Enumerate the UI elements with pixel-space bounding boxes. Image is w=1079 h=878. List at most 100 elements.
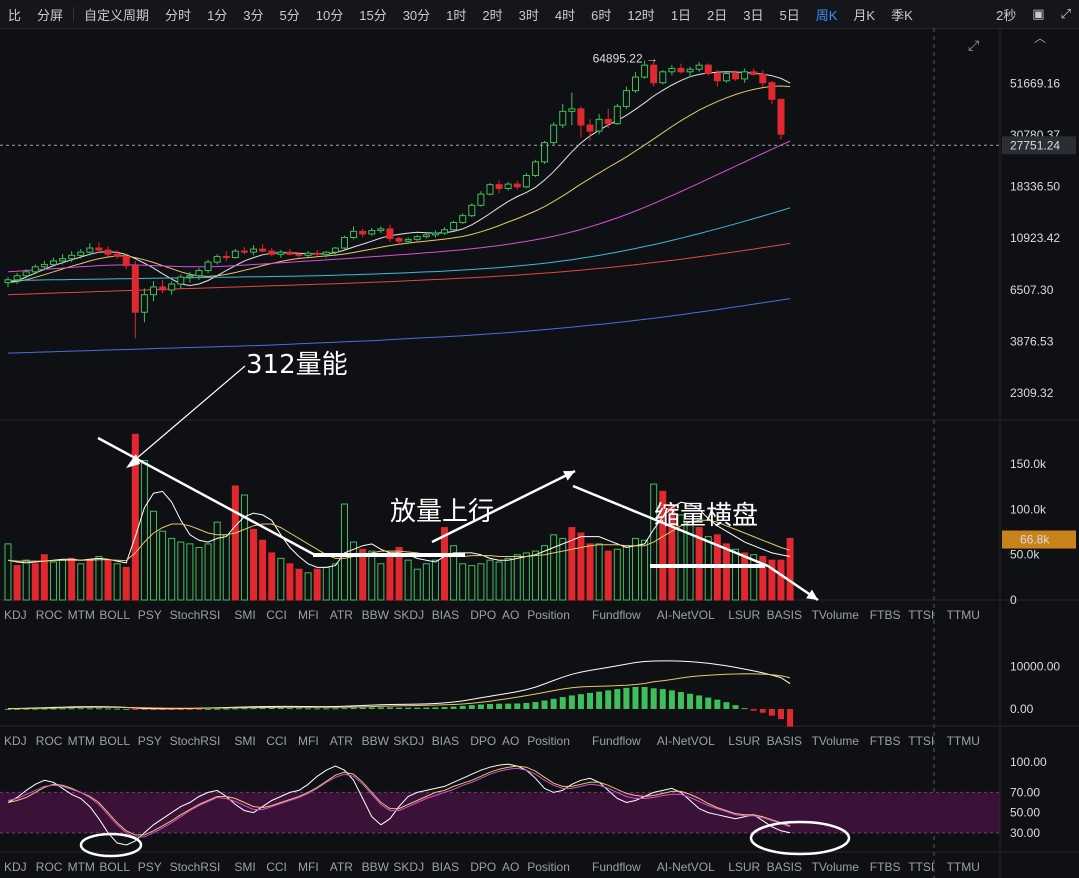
indicator-tab-1[interactable]: ROC <box>36 734 63 748</box>
indicator-tab-23[interactable]: TTMU <box>947 860 980 874</box>
indicator-tab-18[interactable]: LSUR <box>728 608 760 622</box>
indicator-tab-10[interactable]: BBW <box>362 608 390 622</box>
expand-icon[interactable]: ⤢ <box>968 37 979 53</box>
indicator-tab-9[interactable]: ATR <box>330 734 353 748</box>
indicator-tab-20[interactable]: TVolume <box>812 608 860 622</box>
toolbar-item-21[interactable]: 月K <box>845 5 883 24</box>
indicator-tab-17[interactable]: AI-NetVOL <box>657 608 715 622</box>
indicator-tab-13[interactable]: DPO <box>470 734 496 748</box>
toolbar-item-0[interactable]: 比 <box>0 5 29 24</box>
toolbar-item-9[interactable]: 30分 <box>395 5 438 24</box>
toolbar-item-6[interactable]: 5分 <box>272 5 308 24</box>
toolbar-item-2[interactable]: 自定义周期 <box>76 5 157 24</box>
toolbar-item-20[interactable]: 周K <box>808 5 846 24</box>
toolbar-item-7[interactable]: 10分 <box>308 5 351 24</box>
indicator-tab-11[interactable]: SKDJ <box>393 860 424 874</box>
toolbar-item-22[interactable]: 季K <box>883 5 921 24</box>
indicator-tab-7[interactable]: CCI <box>266 860 287 874</box>
indicator-tab-15[interactable]: Position <box>527 608 570 622</box>
indicator-tab-3[interactable]: BOLL <box>99 734 130 748</box>
indicator-tab-4[interactable]: PSY <box>138 860 162 874</box>
toolbar-item-8[interactable]: 15分 <box>351 5 394 24</box>
indicator-tab-19[interactable]: BASIS <box>767 734 802 748</box>
indicator-tab-7[interactable]: CCI <box>266 608 287 622</box>
indicator-tab-22[interactable]: TTSI <box>908 860 934 874</box>
indicator-tab-17[interactable]: AI-NetVOL <box>657 734 715 748</box>
indicator-tab-16[interactable]: Fundflow <box>592 734 641 748</box>
toolbar-item-10[interactable]: 1时 <box>438 5 474 24</box>
toolbar-item-19[interactable]: 5日 <box>772 5 808 24</box>
indicator-tab-3[interactable]: BOLL <box>99 608 130 622</box>
indicator-tab-6[interactable]: SMI <box>234 860 255 874</box>
toolbar-item-14[interactable]: 6时 <box>583 5 619 24</box>
indicator-tab-15[interactable]: Position <box>527 860 570 874</box>
indicator-tab-13[interactable]: DPO <box>470 608 496 622</box>
indicator-tab-4[interactable]: PSY <box>138 734 162 748</box>
indicator-tab-8[interactable]: MFI <box>298 608 319 622</box>
indicator-tab-20[interactable]: TVolume <box>812 734 860 748</box>
indicator-tab-0[interactable]: KDJ <box>4 608 27 622</box>
indicator-tab-4[interactable]: PSY <box>138 608 162 622</box>
indicator-tab-2[interactable]: MTM <box>68 734 95 748</box>
indicator-tab-21[interactable]: FTBS <box>870 734 901 748</box>
refresh-interval[interactable]: 2秒 <box>988 5 1024 24</box>
indicator-tab-10[interactable]: BBW <box>362 860 390 874</box>
indicator-tab-9[interactable]: ATR <box>330 608 353 622</box>
toolbar-item-17[interactable]: 2日 <box>699 5 735 24</box>
toolbar-item-15[interactable]: 12时 <box>619 5 662 24</box>
indicator-tab-14[interactable]: AO <box>502 860 519 874</box>
indicator-tab-7[interactable]: CCI <box>266 734 287 748</box>
indicator-tab-18[interactable]: LSUR <box>728 734 760 748</box>
indicator-tab-5[interactable]: StochRSI <box>170 608 221 622</box>
indicator-tab-19[interactable]: BASIS <box>767 608 802 622</box>
indicator-tab-12[interactable]: BIAS <box>432 734 459 748</box>
indicator-tab-6[interactable]: SMI <box>234 734 255 748</box>
toolbar-item-12[interactable]: 3时 <box>511 5 547 24</box>
indicator-tab-11[interactable]: SKDJ <box>393 734 424 748</box>
indicator-tab-2[interactable]: MTM <box>68 608 95 622</box>
indicator-tab-1[interactable]: ROC <box>36 608 63 622</box>
indicator-tab-5[interactable]: StochRSI <box>170 860 221 874</box>
indicator-tab-15[interactable]: Position <box>527 734 570 748</box>
indicator-tab-1[interactable]: ROC <box>36 860 63 874</box>
indicator-tab-23[interactable]: TTMU <box>947 608 980 622</box>
indicator-tab-2[interactable]: MTM <box>68 860 95 874</box>
indicator-tab-22[interactable]: TTSI <box>908 608 934 622</box>
indicator-tab-12[interactable]: BIAS <box>432 608 459 622</box>
toolbar-item-5[interactable]: 3分 <box>235 5 271 24</box>
camera-icon[interactable]: ▣ <box>1024 6 1052 22</box>
indicator-tab-0[interactable]: KDJ <box>4 734 27 748</box>
indicator-tab-14[interactable]: AO <box>502 734 519 748</box>
indicator-tab-22[interactable]: TTSI <box>908 734 934 748</box>
indicator-tab-19[interactable]: BASIS <box>767 860 802 874</box>
indicator-tab-13[interactable]: DPO <box>470 860 496 874</box>
indicator-tab-11[interactable]: SKDJ <box>393 608 424 622</box>
indicator-tab-8[interactable]: MFI <box>298 860 319 874</box>
indicator-tab-6[interactable]: SMI <box>234 608 255 622</box>
indicator-tab-18[interactable]: LSUR <box>728 860 760 874</box>
indicator-tab-3[interactable]: BOLL <box>99 860 130 874</box>
indicator-tab-21[interactable]: FTBS <box>870 608 901 622</box>
indicator-tab-5[interactable]: StochRSI <box>170 734 221 748</box>
toolbar-item-4[interactable]: 1分 <box>199 5 235 24</box>
indicator-tab-12[interactable]: BIAS <box>432 860 459 874</box>
toolbar-item-1[interactable]: 分屏 <box>29 5 71 24</box>
toolbar-item-3[interactable]: 分时 <box>157 5 199 24</box>
toolbar-item-16[interactable]: 1日 <box>663 5 699 24</box>
toolbar-item-13[interactable]: 4时 <box>547 5 583 24</box>
indicator-tab-21[interactable]: FTBS <box>870 860 901 874</box>
indicator-tab-14[interactable]: AO <box>502 608 519 622</box>
indicator-tab-16[interactable]: Fundflow <box>592 608 641 622</box>
indicator-tab-0[interactable]: KDJ <box>4 860 27 874</box>
indicator-tab-9[interactable]: ATR <box>330 860 353 874</box>
indicator-tab-16[interactable]: Fundflow <box>592 860 641 874</box>
indicator-tab-8[interactable]: MFI <box>298 734 319 748</box>
indicator-tab-23[interactable]: TTMU <box>947 734 980 748</box>
indicator-tab-17[interactable]: AI-NetVOL <box>657 860 715 874</box>
toolbar-item-11[interactable]: 2时 <box>474 5 510 24</box>
toolbar-item-18[interactable]: 3日 <box>735 5 771 24</box>
collapse-icon[interactable]: ︿ <box>1034 31 1046 45</box>
indicator-tab-10[interactable]: BBW <box>362 734 390 748</box>
indicator-tab-20[interactable]: TVolume <box>812 860 860 874</box>
fullscreen-icon[interactable]: ⤢ <box>1053 6 1079 22</box>
